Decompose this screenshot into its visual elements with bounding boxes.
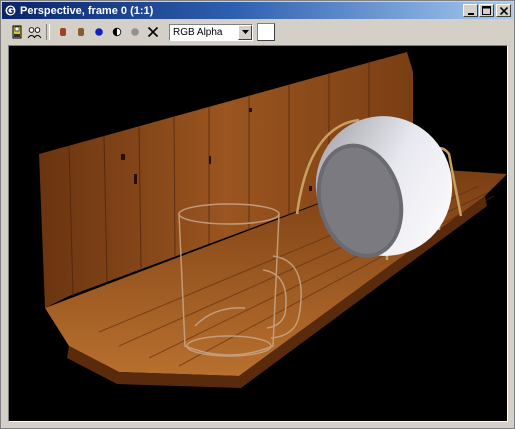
toolbar-separator <box>46 24 50 40</box>
green-channel-icon <box>77 28 84 36</box>
alpha-channel-icon <box>112 27 121 37</box>
maximize-button[interactable] <box>479 4 494 17</box>
close-button[interactable] <box>496 4 511 17</box>
chevron-down-icon[interactable] <box>238 24 252 40</box>
clone-window-button[interactable] <box>26 24 43 41</box>
toolbar: RGB Alpha <box>2 20 513 44</box>
title-bar[interactable]: Perspective, frame 0 (1:1) <box>2 2 513 19</box>
app-icon <box>4 4 17 17</box>
window-title: Perspective, frame 0 (1:1) <box>20 4 154 17</box>
green-channel-button[interactable] <box>72 24 89 41</box>
channel-select[interactable]: RGB Alpha <box>169 23 253 41</box>
clear-button[interactable] <box>144 24 161 41</box>
minimize-button[interactable] <box>463 4 478 17</box>
blue-channel-icon <box>94 28 103 36</box>
save-icon <box>12 25 21 39</box>
monochrome-button[interactable] <box>126 24 143 41</box>
red-channel-button[interactable] <box>54 24 71 41</box>
render-viewport[interactable] <box>8 45 508 422</box>
minimize-icon <box>467 12 474 15</box>
background-color-swatch[interactable] <box>257 23 275 41</box>
blue-channel-button[interactable] <box>90 24 107 41</box>
channel-select-value: RGB Alpha <box>173 26 223 38</box>
close-icon <box>499 6 508 15</box>
rendered-scene-image <box>39 52 507 388</box>
maximize-icon <box>482 6 491 15</box>
clone-icon <box>27 27 42 39</box>
red-channel-icon <box>59 28 66 36</box>
monochrome-icon <box>130 28 139 36</box>
clear-icon <box>147 26 158 38</box>
render-window: Perspective, frame 0 (1:1) RGB Alpha <box>0 0 515 429</box>
window-controls <box>462 4 511 17</box>
save-image-button[interactable] <box>8 24 25 41</box>
alpha-channel-button[interactable] <box>108 24 125 41</box>
